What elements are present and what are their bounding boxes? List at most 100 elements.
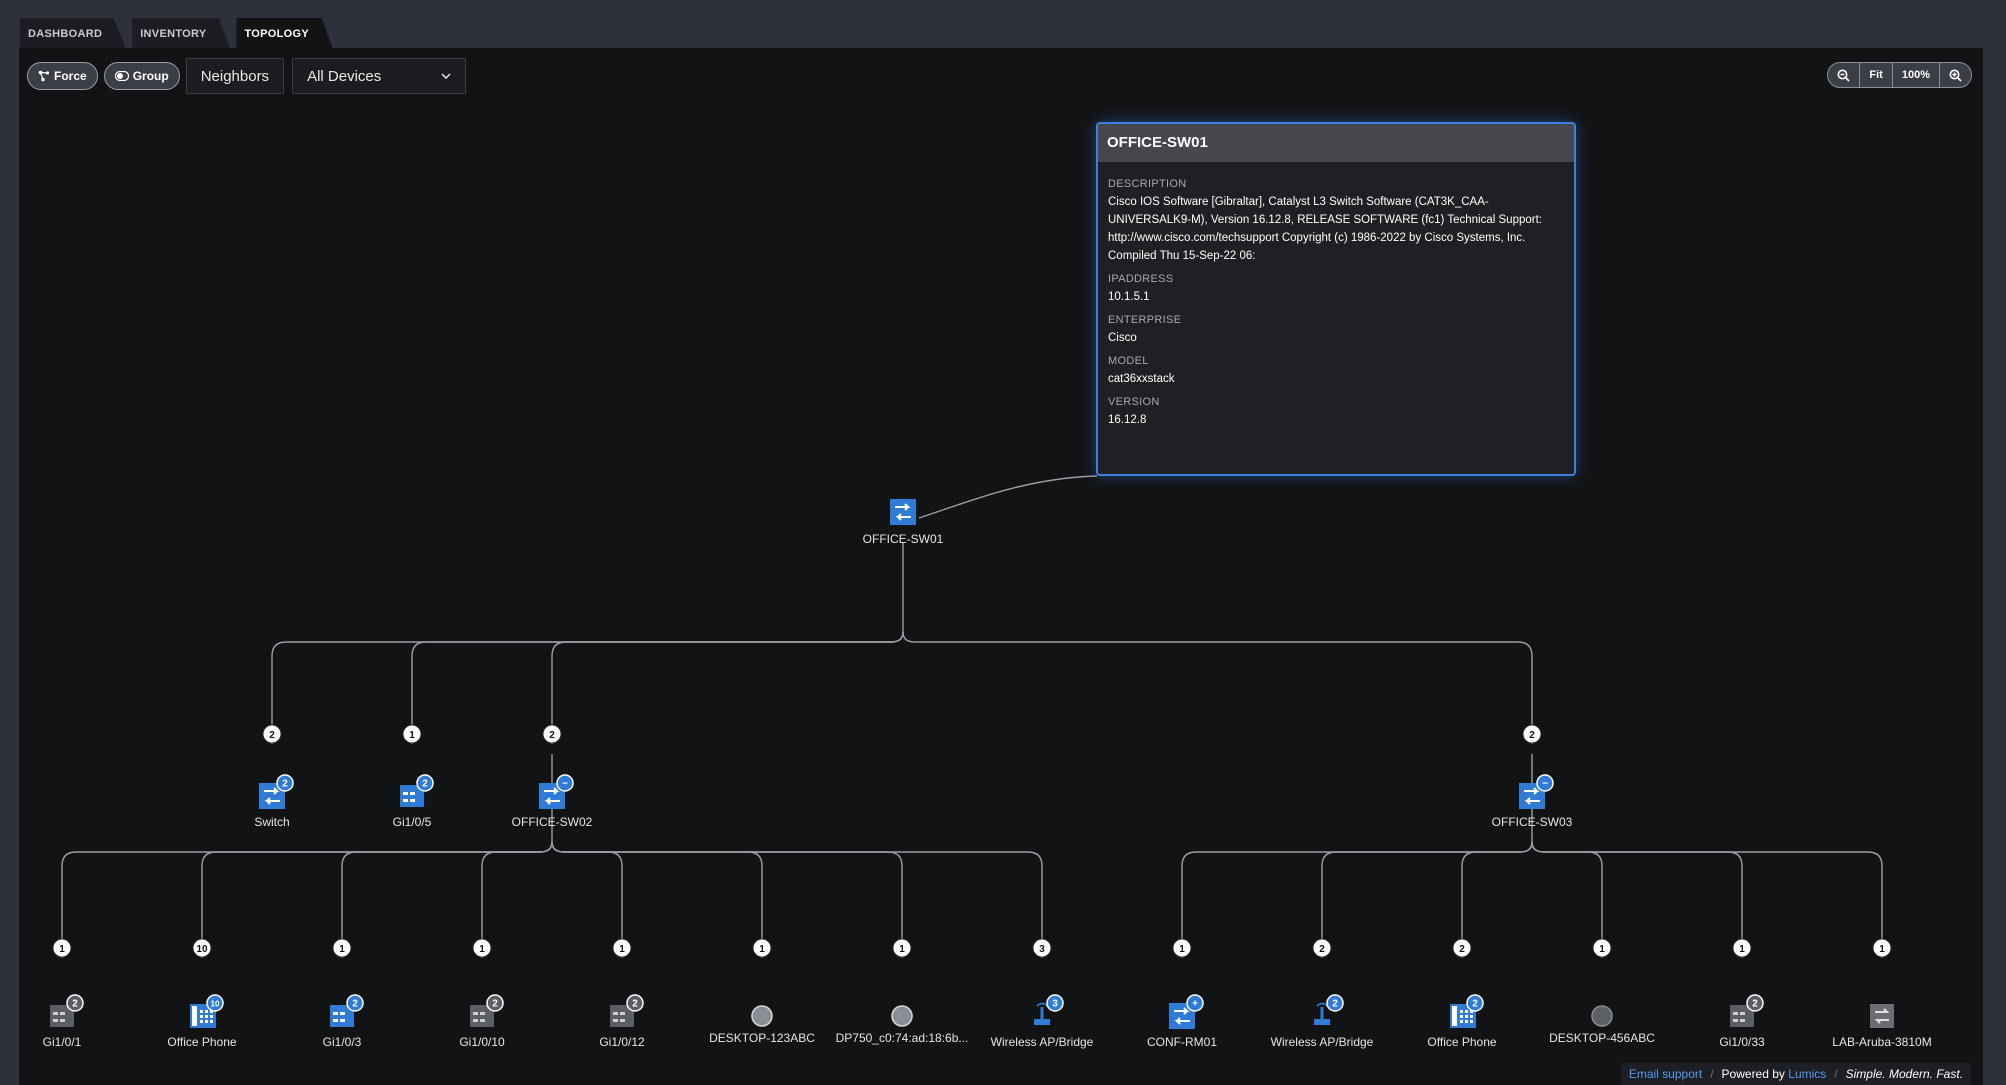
tooltip-field-label: VERSION (1108, 396, 1160, 408)
zoom-level[interactable]: 100% (1893, 63, 1940, 87)
port-glyph (1733, 1019, 1738, 1022)
edge-count-badge[interactable]: 1 (1592, 938, 1612, 958)
port-glyph (613, 1012, 618, 1015)
node-office-sw01[interactable]: OFFICE-SW01 (863, 499, 944, 546)
group-toggle-button[interactable]: Group (103, 62, 180, 90)
tooltip-field-value: 16.12.8 (1108, 414, 1147, 426)
edge-count-label: 2 (1319, 944, 1325, 955)
zoom-controls: Fit 100% (1827, 62, 1972, 88)
graph-edge (551, 841, 763, 958)
edge-count-badge[interactable]: 1 (1872, 938, 1892, 958)
edge-count-badge[interactable]: 1 (1732, 938, 1752, 958)
topology-graph[interactable]: OFFICE-SW01 2 2 Switch 1 2 Gi1/0/5 2 − OFFICE-SW0… (19, 48, 1983, 1085)
edge-count-badge[interactable]: 1 (1172, 938, 1192, 958)
topology-node[interactable]: 2 Gi1/0/3 (323, 994, 364, 1049)
app-frame: DASHBOARD INVENTORY TOPOLOGY OFFICE-SW01… (0, 0, 2006, 1085)
force-layout-button[interactable]: Force (27, 62, 98, 90)
email-support-link[interactable]: Email support (1621, 1067, 1710, 1081)
edge-count-label: 3 (1039, 944, 1045, 955)
node-badge-label: 2 (1472, 999, 1478, 1010)
topology-node[interactable]: DESKTOP-123ABC (709, 1005, 815, 1045)
edge-count-badge[interactable]: 10 (192, 938, 212, 958)
port-glyph (403, 799, 408, 802)
node-label: OFFICE-SW01 (863, 532, 944, 546)
topology-node[interactable]: DESKTOP-456ABC (1549, 1005, 1655, 1045)
topology-node[interactable]: 2 Gi1/0/5 (393, 774, 434, 829)
tooltip-field-value: Cisco (1108, 332, 1137, 344)
port-glyph (473, 1012, 478, 1015)
edge-count-label: 1 (1179, 944, 1185, 955)
edge-count-badge[interactable]: 1 (472, 938, 492, 958)
tooltip-field-label: ENTERPRISE (1108, 314, 1182, 326)
edge-count-badge[interactable]: 1 (612, 938, 632, 958)
zoom-in-button[interactable] (1940, 63, 1971, 87)
zoom-out-button[interactable] (1828, 63, 1861, 87)
keypad-key (205, 1020, 208, 1023)
edge-count-badge[interactable]: 2 (1312, 938, 1332, 958)
topology-node[interactable]: 2 Gi1/0/33 (1719, 994, 1765, 1049)
device-filter-select[interactable]: All Devices (292, 58, 467, 94)
topology-node[interactable]: − OFFICE-SW03 (1492, 774, 1573, 829)
topology-node[interactable]: 2 Wireless AP/Bridge (1271, 994, 1374, 1049)
edge-count-badge[interactable]: 1 (892, 938, 912, 958)
port-glyph (403, 792, 408, 795)
edge-count-badge[interactable]: 2 (1522, 724, 1542, 744)
zoom-fit-button[interactable]: Fit (1860, 63, 1893, 87)
graph-edge (201, 841, 553, 958)
tab-bar: DASHBOARD INVENTORY TOPOLOGY (20, 16, 339, 49)
node-label: OFFICE-SW02 (512, 815, 593, 829)
tooltip-connector (918, 475, 1098, 519)
node-label: Gi1/0/5 (393, 815, 432, 829)
desktop-icon (891, 1005, 913, 1027)
topology-node[interactable]: 2 Gi1/0/1 (43, 994, 84, 1049)
port-glyph (480, 1012, 485, 1015)
graph-edge (1531, 841, 1883, 958)
edge-count-badge[interactable]: 2 (262, 724, 282, 744)
topology-node[interactable]: 2 Office Phone (1427, 994, 1497, 1049)
port-glyph (1740, 1019, 1745, 1022)
handset (1452, 1006, 1457, 1026)
node-label: Switch (254, 815, 289, 829)
lumics-link[interactable]: Lumics (1788, 1067, 1826, 1081)
port-glyph (1733, 1012, 1738, 1015)
tab-dashboard[interactable]: DASHBOARD (20, 18, 127, 49)
keypad-key (200, 1020, 203, 1023)
node-badge-label: 2 (72, 999, 78, 1010)
powered-prefix: Powered by (1721, 1067, 1785, 1081)
topology-node[interactable]: − OFFICE-SW02 (512, 774, 593, 829)
node-badge-label: 2 (492, 999, 498, 1010)
tab-topology[interactable]: TOPOLOGY (236, 18, 334, 49)
topology-node[interactable]: LAB-Aruba-3810M (1832, 1004, 1932, 1049)
topology-node[interactable]: 10 Office Phone (167, 994, 237, 1049)
graph-edge (1531, 841, 1743, 958)
topology-node[interactable]: DP750_c0:74:ad:18:6b... (836, 1005, 969, 1045)
edge-count-label: 1 (339, 944, 345, 955)
edge-count-badge[interactable]: 2 (1452, 938, 1472, 958)
topology-node[interactable]: 2 Gi1/0/12 (599, 994, 645, 1049)
topology-node[interactable]: + CONF-RM01 (1147, 994, 1217, 1049)
port-glyph (410, 792, 415, 795)
desktop-icon (1591, 1005, 1613, 1027)
topology-node[interactable]: 3 Wireless AP/Bridge (991, 994, 1094, 1049)
node-badge-label: 2 (1332, 999, 1338, 1010)
zoom-in-icon (1949, 69, 1962, 82)
toggle-icon (114, 71, 129, 81)
keypad-key (1470, 1015, 1473, 1018)
tooltip-field-value: 10.1.5.1 (1108, 291, 1150, 303)
tab-inventory[interactable]: INVENTORY (132, 18, 231, 49)
tooltip-body: DESCRIPTION Cisco IOS Software [Gibralta… (1098, 162, 1574, 429)
edge-count-badge[interactable]: 2 (542, 724, 562, 744)
edge-count-badge[interactable]: 1 (402, 724, 422, 744)
topology-node[interactable]: 2 Gi1/0/10 (459, 994, 505, 1049)
topology-node[interactable]: 2 Switch (254, 774, 294, 829)
edge-count-badge[interactable]: 1 (752, 938, 772, 958)
force-label: Force (54, 69, 87, 83)
node-badge-label: 2 (1752, 999, 1758, 1010)
edge-count-badge[interactable]: 3 (1032, 938, 1052, 958)
edge-count-badge[interactable]: 1 (52, 938, 72, 958)
keypad-key (210, 1020, 213, 1023)
edge-count-badge[interactable]: 1 (332, 938, 352, 958)
neighbors-field[interactable]: Neighbors (185, 58, 285, 94)
graph-edge (1321, 841, 1533, 958)
edge-count-label: 1 (1879, 944, 1885, 955)
